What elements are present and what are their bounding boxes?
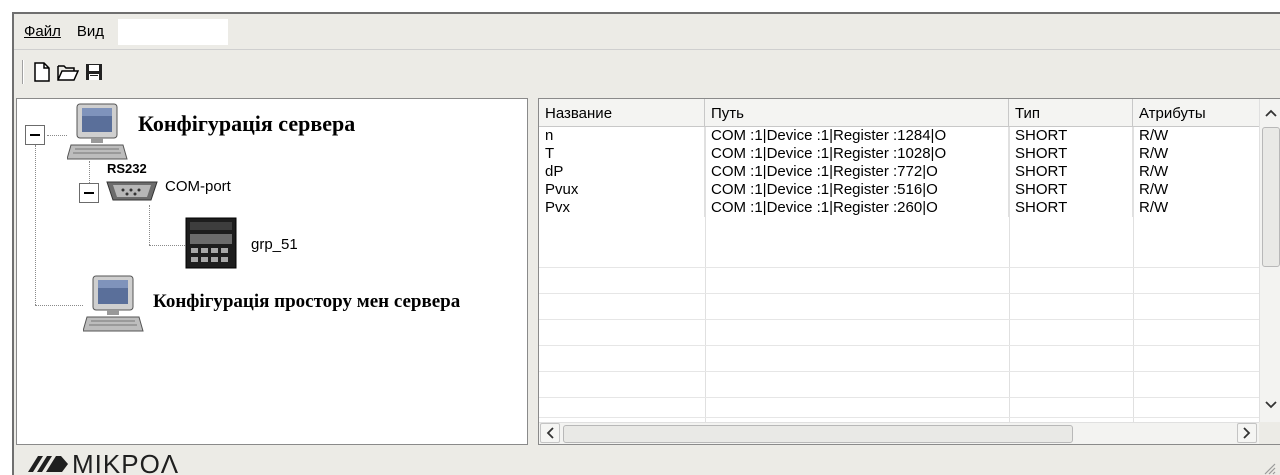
table-body: n COM :1|Device :1|Register :1284|O SHOR… — [539, 127, 1261, 217]
cell-path: COM :1|Device :1|Register :260|O — [705, 199, 1009, 217]
status-bar: MIKPOΛ — [14, 451, 1280, 475]
cell-path: COM :1|Device :1|Register :1028|O — [705, 145, 1009, 163]
table-row[interactable]: n COM :1|Device :1|Register :1284|O SHOR… — [539, 127, 1261, 145]
column-header-type[interactable]: Тип — [1009, 99, 1133, 127]
chevron-down-icon — [1265, 401, 1277, 409]
new-file-icon — [34, 62, 50, 82]
open-file-button[interactable] — [56, 60, 80, 84]
table-row[interactable]: Pvx COM :1|Device :1|Register :260|O SHO… — [539, 199, 1261, 217]
scroll-up-button[interactable] — [1261, 103, 1280, 123]
horizontal-scrollbar[interactable] — [539, 422, 1261, 444]
device-label[interactable]: grp_51 — [251, 236, 298, 253]
cell-attributes: R/W — [1133, 127, 1261, 145]
vertical-scroll-thumb[interactable] — [1262, 127, 1280, 267]
horizontal-scroll-thumb[interactable] — [563, 425, 1073, 443]
serial-port-icon — [106, 181, 158, 201]
collapse-com-toggle[interactable] — [79, 183, 99, 203]
save-file-button[interactable] — [82, 60, 106, 84]
scroll-down-button[interactable] — [1261, 395, 1280, 415]
chevron-left-icon — [546, 427, 554, 439]
mikrol-logo: MIKPOΛ — [28, 451, 179, 475]
cell-attributes: R/W — [1133, 145, 1261, 163]
cell-path: COM :1|Device :1|Register :772|O — [705, 163, 1009, 181]
toolbar-grip[interactable] — [22, 60, 24, 84]
tags-table: Название Путь Тип Атрибуты n COM :1|Devi… — [538, 98, 1280, 445]
cell-type: SHORT — [1009, 181, 1133, 199]
table-row[interactable]: Pvux COM :1|Device :1|Register :516|O SH… — [539, 181, 1261, 199]
column-header-name[interactable]: Название — [539, 99, 705, 127]
cell-attributes: R/W — [1133, 181, 1261, 199]
cell-type: SHORT — [1009, 163, 1133, 181]
table-header: Название Путь Тип Атрибуты — [539, 99, 1261, 127]
scroll-left-button[interactable] — [540, 423, 560, 443]
app-window: Файл Вид Конфігурація сервера RS232 COM-… — [12, 12, 1280, 475]
namespace-config-label[interactable]: Конфігурація простору мен сервера — [153, 291, 460, 313]
rs232-label: RS232 — [107, 161, 147, 176]
menu-file[interactable]: Файл — [14, 23, 69, 40]
controller-device-icon — [185, 217, 237, 269]
resize-grip-icon[interactable] — [1262, 461, 1276, 475]
cell-name: T — [539, 145, 705, 163]
cell-path: COM :1|Device :1|Register :1284|O — [705, 127, 1009, 145]
menu-blank-area — [118, 18, 229, 45]
chevron-right-icon — [1243, 427, 1251, 439]
cell-type: SHORT — [1009, 199, 1133, 217]
cell-attributes: R/W — [1133, 163, 1261, 181]
new-file-button[interactable] — [30, 60, 54, 84]
chevron-up-icon — [1265, 109, 1277, 117]
column-header-path[interactable]: Путь — [705, 99, 1009, 127]
menu-bar: Файл Вид — [14, 14, 1280, 50]
collapse-server-toggle[interactable] — [25, 125, 45, 145]
menu-view[interactable]: Вид — [69, 23, 112, 40]
open-folder-icon — [57, 65, 79, 81]
cell-type: SHORT — [1009, 145, 1133, 163]
computer-icon — [83, 275, 144, 332]
scroll-right-button[interactable] — [1237, 423, 1257, 443]
mikrol-logo-mark-icon — [28, 456, 68, 472]
column-header-attributes[interactable]: Атрибуты — [1133, 99, 1261, 127]
save-disk-icon — [86, 64, 102, 80]
server-config-label[interactable]: Конфігурація сервера — [138, 111, 355, 137]
cell-name: Pvux — [539, 181, 705, 199]
cell-path: COM :1|Device :1|Register :516|O — [705, 181, 1009, 199]
vertical-scrollbar[interactable] — [1259, 99, 1280, 428]
cell-name: n — [539, 127, 705, 145]
toolbar — [14, 52, 1280, 92]
cell-name: Pvx — [539, 199, 705, 217]
scroll-corner — [1259, 422, 1280, 444]
cell-type: SHORT — [1009, 127, 1133, 145]
cell-attributes: R/W — [1133, 199, 1261, 217]
computer-icon — [67, 103, 128, 160]
cell-name: dP — [539, 163, 705, 181]
table-row[interactable]: dP COM :1|Device :1|Register :772|O SHOR… — [539, 163, 1261, 181]
table-row[interactable]: T COM :1|Device :1|Register :1028|O SHOR… — [539, 145, 1261, 163]
config-tree: Конфігурація сервера RS232 COM-port grp_… — [16, 98, 528, 445]
com-port-label[interactable]: COM-port — [165, 178, 231, 195]
logo-text: MIKPOΛ — [72, 449, 180, 475]
